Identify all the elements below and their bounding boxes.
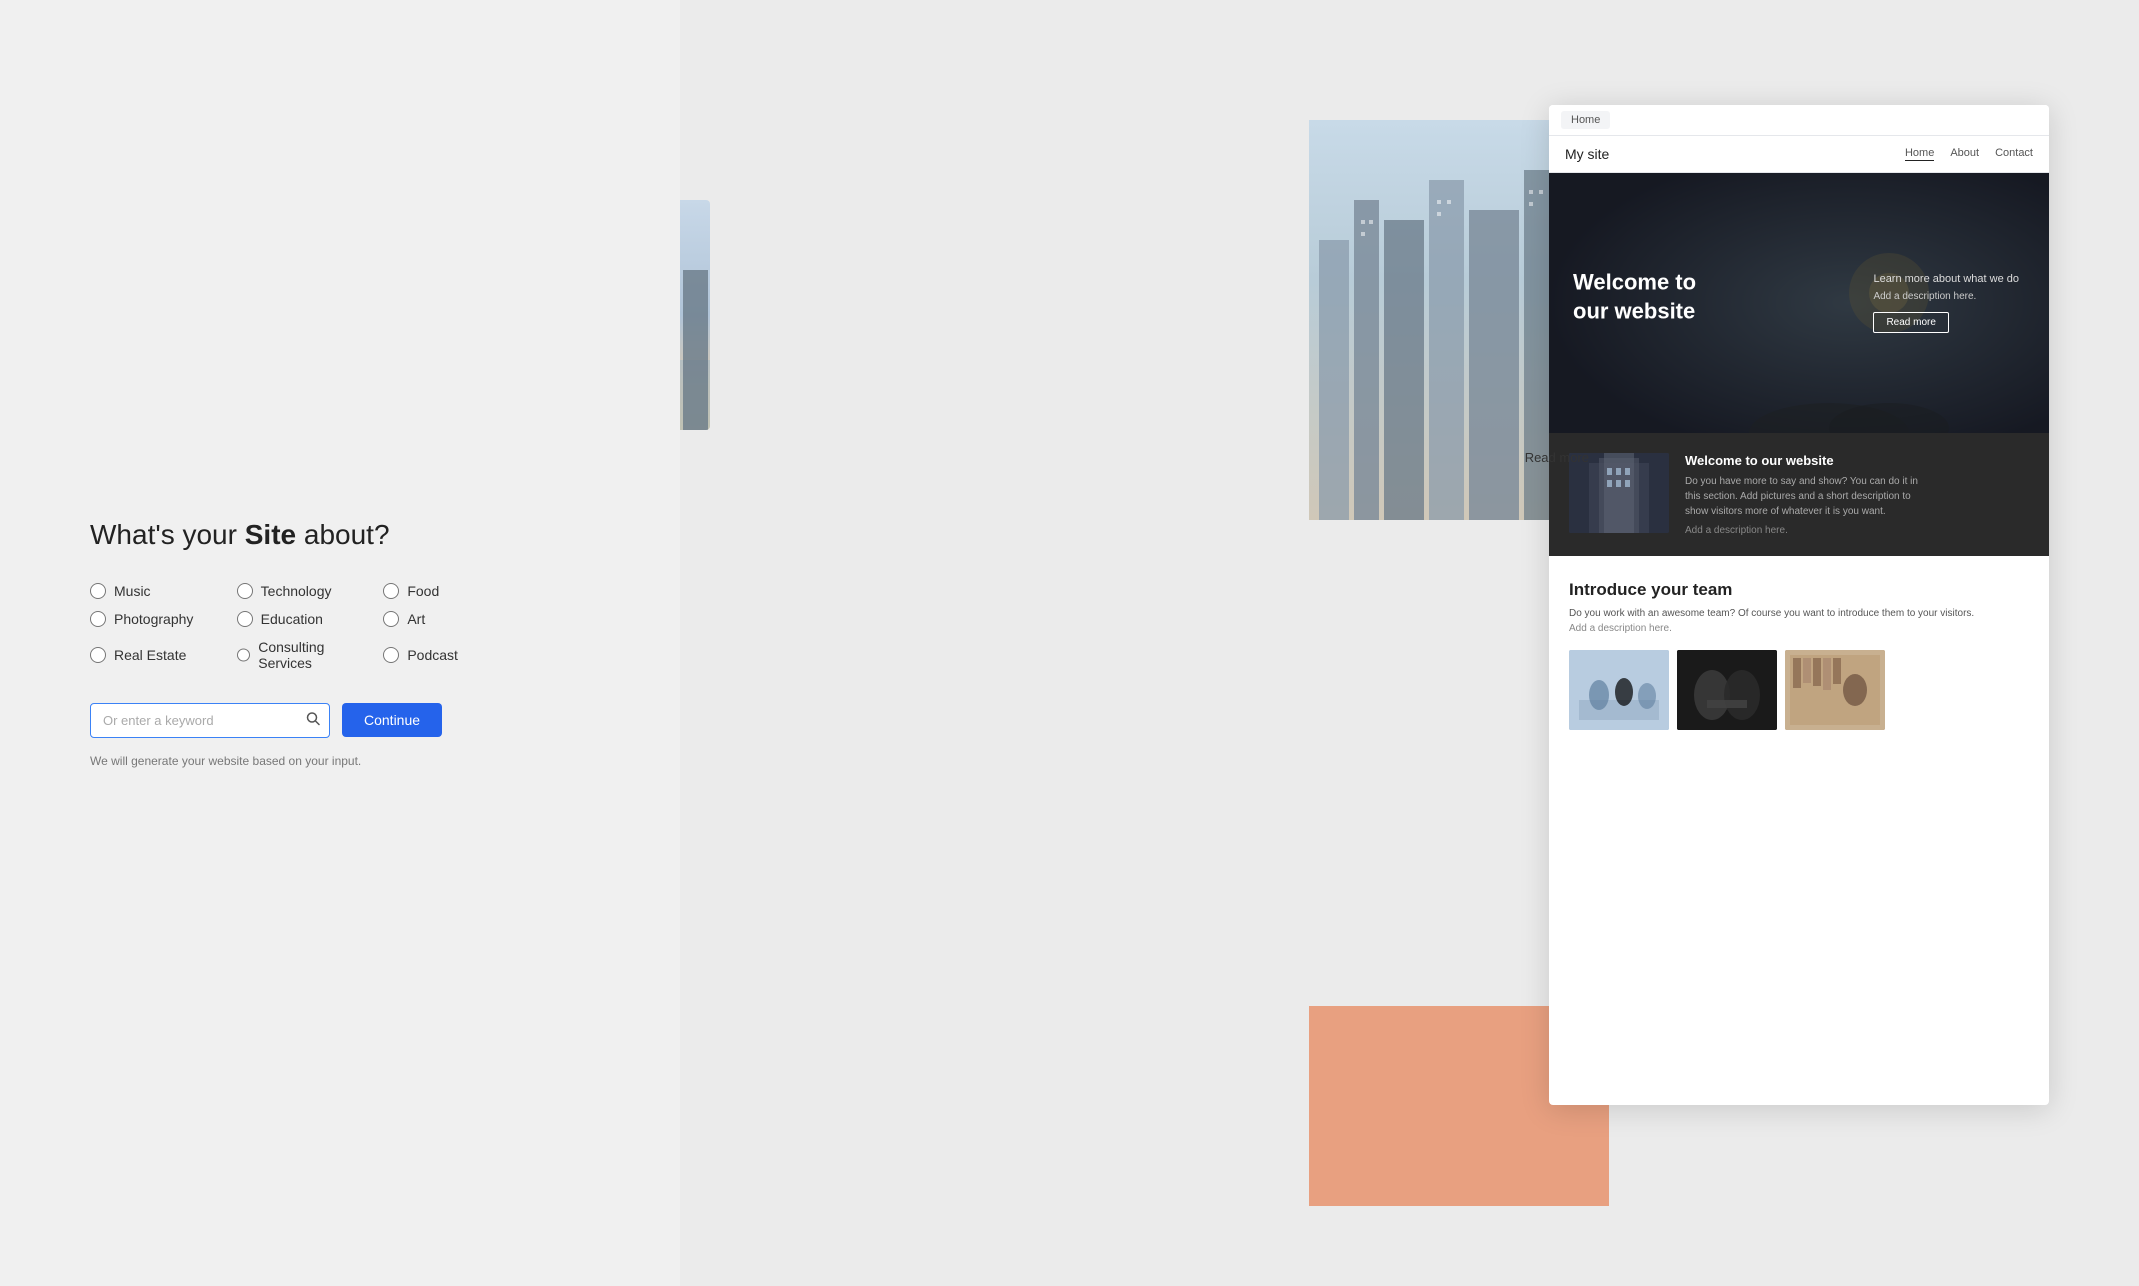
question-title: What's your Site about? bbox=[90, 519, 680, 551]
hero-content-left: Welcome to our website bbox=[1573, 268, 1696, 337]
dark-section-title: Welcome to our website bbox=[1685, 453, 2029, 468]
option-photography-label: Photography bbox=[114, 611, 193, 627]
team-photos-row bbox=[1569, 650, 2029, 730]
option-real-estate-label: Real Estate bbox=[114, 647, 186, 663]
hero-title: Welcome to our website bbox=[1573, 268, 1696, 325]
team-add: Add a description here. bbox=[1569, 623, 2029, 634]
hero-read-more-button[interactable]: Read more bbox=[1873, 312, 1948, 333]
radio-photography[interactable] bbox=[90, 611, 106, 627]
dark-section-content: Welcome to our website Do you have more … bbox=[1685, 453, 2029, 536]
continue-button[interactable]: Continue bbox=[342, 703, 442, 737]
radio-food[interactable] bbox=[383, 583, 399, 599]
keyword-input[interactable] bbox=[90, 703, 330, 738]
search-icon bbox=[306, 712, 320, 726]
hero-content-right: Learn more about what we do Add a descri… bbox=[1873, 273, 2019, 333]
search-icon-button[interactable] bbox=[306, 712, 320, 729]
option-technology[interactable]: Technology bbox=[237, 583, 364, 599]
preview-dark-section: Welcome to our website Do you have more … bbox=[1549, 433, 2049, 556]
dark-section-body: Do you have more to say and show? You ca… bbox=[1685, 474, 2029, 519]
option-podcast[interactable]: Podcast bbox=[383, 639, 510, 671]
radio-podcast[interactable] bbox=[383, 647, 399, 663]
search-input-wrapper bbox=[90, 703, 330, 738]
option-real-estate[interactable]: Real Estate bbox=[90, 639, 217, 671]
option-art[interactable]: Art bbox=[383, 611, 510, 627]
option-education-label: Education bbox=[261, 611, 323, 627]
team-photo-3 bbox=[1785, 650, 1885, 730]
option-consulting[interactable]: Consulting Services bbox=[237, 639, 364, 671]
preview-team-section: Introduce your team Do you work with an … bbox=[1549, 556, 2049, 754]
hero-right-desc: Add a description here. bbox=[1873, 291, 2019, 302]
hero-right-title: Learn more about what we do bbox=[1873, 273, 2019, 285]
radio-education[interactable] bbox=[237, 611, 253, 627]
radio-music[interactable] bbox=[90, 583, 106, 599]
nav-link-home[interactable]: Home bbox=[1905, 147, 1934, 161]
team-title: Introduce your team bbox=[1569, 580, 2029, 600]
team-photo-1 bbox=[1569, 650, 1669, 730]
option-technology-label: Technology bbox=[261, 583, 332, 599]
website-preview-panel: Home My site Home About Contact bbox=[1549, 105, 2049, 1105]
read-more-overlay: Read more bbox=[1525, 450, 1589, 465]
nav-link-contact[interactable]: Contact bbox=[1995, 147, 2033, 161]
option-consulting-label: Consulting Services bbox=[258, 639, 363, 671]
team-desc: Do you work with an awesome team? Of cou… bbox=[1569, 608, 2029, 619]
browser-tab-bar: Home bbox=[1549, 105, 2049, 136]
browser-tab: Home bbox=[1561, 111, 1610, 129]
options-grid: Music Technology Food Photography Educat… bbox=[90, 583, 510, 671]
radio-consulting[interactable] bbox=[237, 647, 251, 663]
dark-section-image bbox=[1569, 453, 1669, 533]
preview-site-name: My site bbox=[1565, 146, 1609, 162]
site-builder-panel: What's your Site about? Music Technology… bbox=[0, 0, 680, 1286]
nav-link-about[interactable]: About bbox=[1950, 147, 1979, 161]
option-music[interactable]: Music bbox=[90, 583, 217, 599]
option-music-label: Music bbox=[114, 583, 151, 599]
radio-real-estate[interactable] bbox=[90, 647, 106, 663]
helper-text: We will generate your website based on y… bbox=[90, 754, 680, 768]
radio-technology[interactable] bbox=[237, 583, 253, 599]
option-art-label: Art bbox=[407, 611, 425, 627]
search-row: Continue bbox=[90, 703, 680, 738]
option-education[interactable]: Education bbox=[237, 611, 364, 627]
dark-section-add: Add a description here. bbox=[1685, 525, 2029, 536]
radio-art[interactable] bbox=[383, 611, 399, 627]
team-photo-2 bbox=[1677, 650, 1777, 730]
option-food-label: Food bbox=[407, 583, 439, 599]
option-podcast-label: Podcast bbox=[407, 647, 458, 663]
option-photography[interactable]: Photography bbox=[90, 611, 217, 627]
preview-nav-links: Home About Contact bbox=[1905, 147, 2033, 161]
option-food[interactable]: Food bbox=[383, 583, 510, 599]
preview-navbar: My site Home About Contact bbox=[1549, 136, 2049, 173]
preview-hero-section: Welcome to our website Learn more about … bbox=[1549, 173, 2049, 433]
